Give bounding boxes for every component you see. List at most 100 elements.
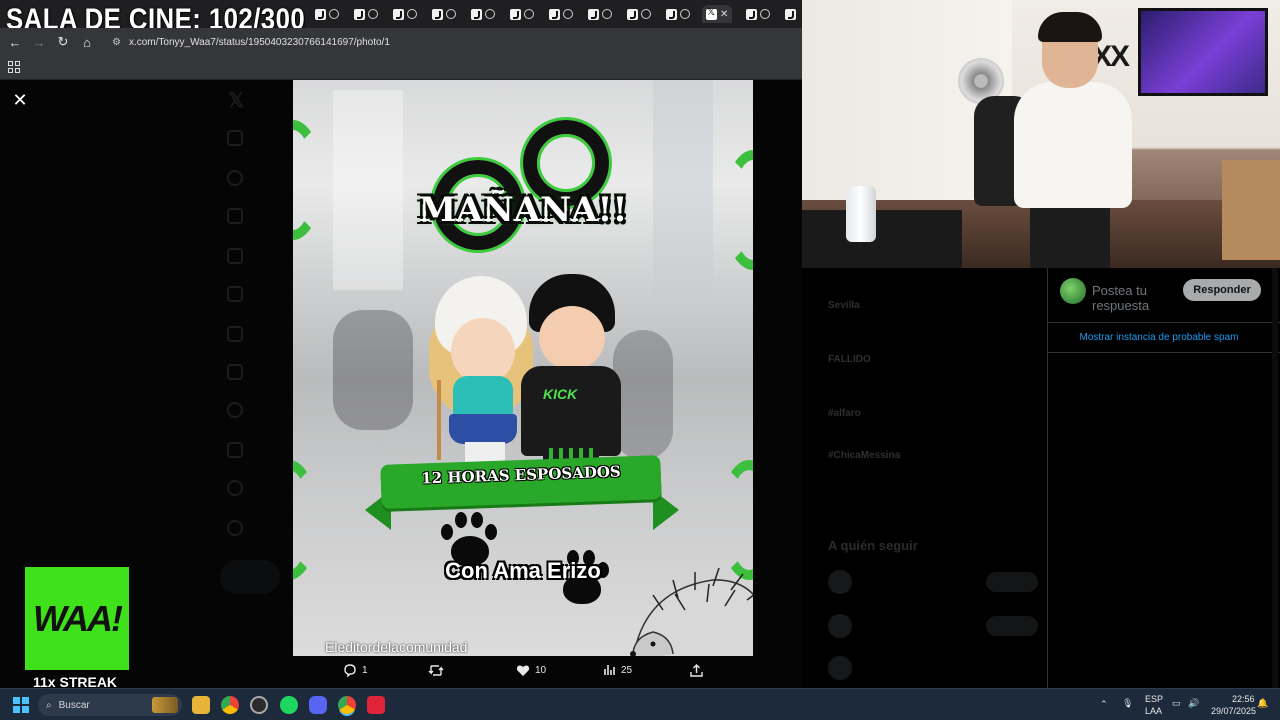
browser-tab[interactable]: [746, 5, 770, 23]
boy-shirt: KICK: [521, 366, 621, 456]
file-explorer-icon[interactable]: [192, 696, 210, 714]
reply-action[interactable]: 1: [343, 664, 368, 677]
browser-tab[interactable]: [627, 5, 651, 23]
browser-tab-active[interactable]: ✕: [702, 5, 733, 23]
reply-icon: [344, 664, 356, 677]
close-tab-icon[interactable]: ✕: [720, 9, 728, 20]
site-info-icon[interactable]: ⚙: [112, 37, 121, 48]
spotify-icon[interactable]: [280, 696, 298, 714]
divider: [1048, 322, 1280, 323]
discord-icon[interactable]: [309, 696, 327, 714]
audio-icon: [641, 9, 651, 19]
browser-tab[interactable]: [471, 5, 495, 23]
audio-icon: [407, 9, 417, 19]
network-icon[interactable]: ▭: [1172, 698, 1181, 709]
repost-action[interactable]: [428, 664, 449, 677]
girl-top: [453, 376, 513, 418]
tiktok-icon: [315, 8, 326, 20]
close-icon[interactable]: ✕: [10, 90, 30, 110]
tiktok-icon: [471, 8, 482, 20]
tiktok-icon: [627, 8, 638, 20]
tiktok-icon: [746, 8, 757, 20]
boy-face: [539, 306, 605, 370]
like-count: 10: [535, 665, 547, 676]
browser-tab[interactable]: [510, 5, 534, 23]
app-icon[interactable]: [367, 696, 385, 714]
browser-tab[interactable]: [588, 5, 612, 23]
browser-tab[interactable]: [354, 5, 378, 23]
post-button-faded: [220, 560, 280, 594]
hedgehog-illustration: [630, 567, 753, 656]
chevron-up-icon[interactable]: ⌃: [1100, 699, 1108, 710]
repost-icon: [428, 665, 444, 676]
blurred-pedestrian: [333, 310, 413, 430]
like-action[interactable]: 10: [516, 664, 546, 677]
reply-input[interactable]: Postea tu respuesta: [1092, 283, 1172, 313]
audio-icon: [485, 9, 495, 19]
girl-skirt: [449, 414, 517, 444]
x-icon: [706, 7, 717, 20]
photo-headline: MAÑANA!!: [418, 190, 628, 230]
browser-toolbar: ← → ↻ ⌂ ⚙ x.com/Tonyy_Waa7/status/195040…: [0, 28, 802, 56]
taskbar-search[interactable]: ⌕ Buscar: [38, 694, 182, 716]
scrollbar[interactable]: [1272, 268, 1278, 688]
more-nav-icon: [227, 520, 243, 536]
browser-tab[interactable]: [549, 5, 573, 23]
chrome-icon[interactable]: [221, 696, 239, 714]
blurred-pedestrian: [613, 330, 673, 460]
screen: ✕ SALA DE CINE: 102/300 ← → ↻ ⌂ ⚙ x.com/…: [0, 0, 1280, 720]
divider: [1048, 352, 1280, 353]
heart-icon: [516, 665, 530, 676]
home-icon[interactable]: ⌂: [75, 30, 99, 54]
url-text: x.com/Tonyy_Waa7/status/1950403230766141…: [128, 36, 390, 48]
girl-face: [451, 318, 515, 384]
trend-item: #ChicaMessina: [828, 450, 901, 461]
show-spam-link[interactable]: Mostrar instancia de probable spam: [1048, 332, 1270, 343]
clock-time[interactable]: 22:56: [1232, 694, 1255, 704]
obs-icon[interactable]: [250, 696, 268, 714]
grok-nav-icon: [227, 286, 243, 302]
reply-panel: Postea tu respuesta Responder Mostrar in…: [1047, 268, 1280, 688]
audio-icon: [329, 9, 339, 19]
streamer-legs: [1030, 200, 1110, 268]
bookmarks-nav-icon: [227, 364, 243, 380]
messages-nav-icon: [227, 248, 243, 264]
reload-icon[interactable]: ↻: [51, 30, 75, 54]
home-nav-icon: [227, 130, 243, 146]
x-logo-icon: 𝕏: [228, 90, 245, 112]
apps-grid-icon[interactable]: [8, 61, 20, 73]
browser-tab[interactable]: [393, 5, 417, 23]
browser-tab[interactable]: [315, 5, 339, 23]
right-sidebar-faded: Sevilla FALLIDO #alfaro #ChicaMessina A …: [820, 268, 1045, 688]
audio-icon: [368, 9, 378, 19]
who-to-follow-heading: A quién seguir: [828, 538, 918, 553]
tiktok-icon: [393, 8, 404, 20]
lang-layout[interactable]: LAA: [1145, 706, 1162, 716]
tweet-photo[interactable]: MAÑANA!! KICK 12 HORAS ESPOSADOS Con Ama…: [293, 80, 753, 656]
microphone-icon[interactable]: 🎙: [1122, 698, 1133, 709]
forward-arrow-icon[interactable]: →: [27, 30, 51, 54]
views-action[interactable]: 25: [604, 664, 632, 676]
photo-watermark: Eleditordelacomunidad: [325, 639, 468, 655]
windows-start-icon[interactable]: [13, 697, 29, 713]
profile-nav-icon: [227, 480, 243, 496]
back-arrow-icon[interactable]: ←: [3, 30, 27, 54]
address-bar[interactable]: ⚙ x.com/Tonyy_Waa7/status/19504032307661…: [106, 30, 796, 54]
lang-code[interactable]: ESP: [1145, 694, 1163, 704]
clock-date[interactable]: 29/07/2025: [1211, 706, 1256, 716]
waa-logo-text: WAA!: [33, 597, 123, 639]
explore-nav-icon: [227, 170, 243, 186]
trend-item: Sevilla: [828, 300, 860, 311]
share-action[interactable]: [690, 664, 703, 677]
volume-icon[interactable]: 🔊: [1188, 698, 1199, 709]
notifications-bell-icon[interactable]: 🔔: [1257, 698, 1268, 709]
desk: [802, 210, 962, 268]
browser-tab[interactable]: [432, 5, 456, 23]
search-icon: ⌕: [46, 699, 52, 711]
browser-tab[interactable]: [785, 5, 796, 23]
browser-tab[interactable]: [666, 5, 690, 23]
trend-item: FALLIDO: [828, 354, 871, 365]
audio-icon: [602, 9, 612, 19]
chrome-active-icon[interactable]: [338, 696, 356, 714]
reply-button[interactable]: Responder: [1183, 279, 1261, 301]
